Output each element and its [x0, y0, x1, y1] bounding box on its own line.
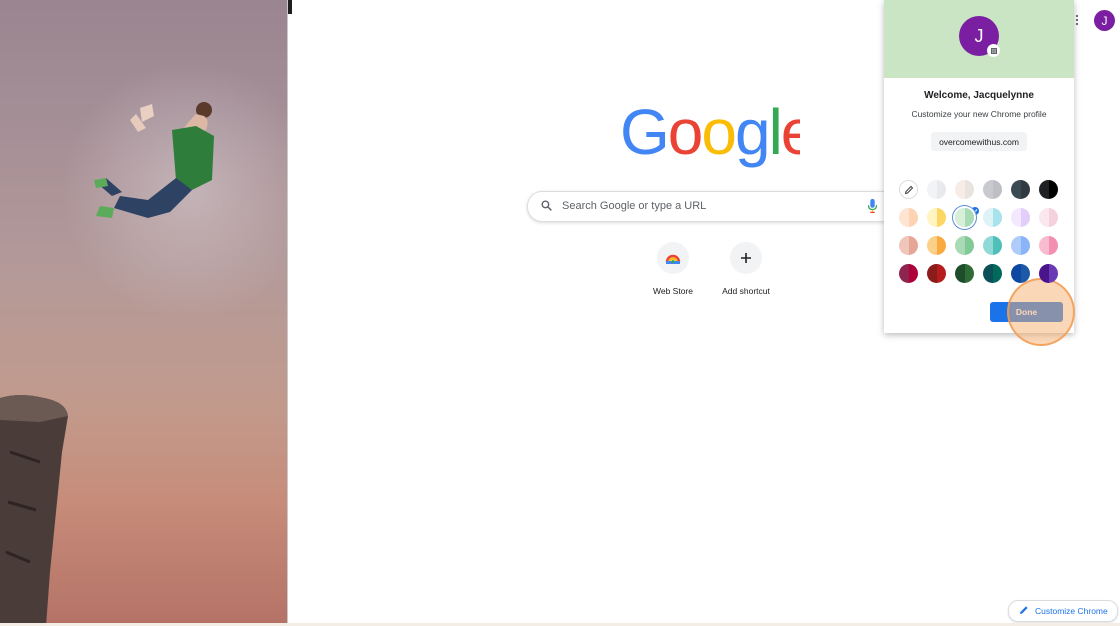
add-shortcut-button[interactable]: Add shortcut	[710, 242, 782, 296]
custom-color-picker-button[interactable]	[899, 180, 918, 199]
managed-profile-badge-icon	[987, 44, 1000, 57]
logo-letter: g	[735, 102, 769, 168]
logo-letter: l	[769, 102, 781, 168]
profile-domain-chip: overcomewithus.com	[931, 132, 1027, 151]
logo-letter: o	[701, 102, 735, 168]
color-swatch[interactable]	[983, 236, 1002, 255]
color-swatch[interactable]	[955, 180, 974, 199]
shortcut-label: Add shortcut	[722, 286, 770, 296]
shortcut-label: Web Store	[652, 286, 693, 296]
color-swatch[interactable]	[927, 236, 946, 255]
color-swatch[interactable]	[899, 236, 918, 255]
background-wallpaper	[0, 0, 287, 626]
color-swatch[interactable]	[1039, 180, 1058, 199]
logo-letter: e	[781, 102, 800, 168]
search-icon	[541, 200, 552, 211]
svg-text:Google: Google	[620, 102, 800, 168]
microphone-icon[interactable]	[867, 198, 878, 214]
color-swatch[interactable]	[927, 180, 946, 199]
color-swatch[interactable]	[955, 264, 974, 283]
logo-letter: o	[668, 102, 702, 168]
web-store-icon	[665, 254, 681, 264]
color-swatch[interactable]	[983, 208, 1002, 227]
logo-letter: G	[620, 102, 668, 168]
cliff-rock-image	[0, 395, 68, 626]
pencil-icon	[904, 185, 913, 194]
color-swatch[interactable]	[1011, 236, 1030, 255]
pencil-icon	[1020, 606, 1028, 614]
color-swatch[interactable]	[1039, 264, 1058, 283]
jumping-person-image	[94, 102, 214, 218]
color-swatch[interactable]	[927, 208, 946, 227]
search-box[interactable]: Search Google or type a URL	[527, 191, 901, 222]
panel-subtitle: Customize your new Chrome profile	[911, 109, 1047, 119]
customize-chrome-label: Customize Chrome	[1035, 606, 1108, 616]
color-swatch[interactable]	[1011, 180, 1030, 199]
panel-header: J	[884, 0, 1074, 78]
color-swatch[interactable]	[1011, 264, 1030, 283]
profile-avatar-button[interactable]: J	[1094, 10, 1115, 31]
google-logo: Google	[620, 102, 800, 168]
color-swatch[interactable]	[927, 264, 946, 283]
window-divider-handle	[288, 0, 292, 14]
color-swatch[interactable]	[899, 208, 918, 227]
search-input[interactable]: Search Google or type a URL	[562, 200, 706, 212]
color-swatch[interactable]	[1039, 208, 1058, 227]
welcome-heading: Welcome, Jacquelynne	[924, 90, 1034, 101]
click-highlight-indicator	[1007, 278, 1075, 346]
shortcut-web-store[interactable]: Web Store	[637, 242, 709, 296]
color-swatch[interactable]	[1011, 208, 1030, 227]
color-swatch[interactable]	[899, 264, 918, 283]
color-swatch[interactable]	[955, 208, 974, 227]
color-swatch[interactable]	[955, 236, 974, 255]
color-swatch[interactable]	[1039, 236, 1058, 255]
color-swatch[interactable]	[983, 180, 1002, 199]
customize-chrome-button[interactable]: Customize Chrome	[1008, 600, 1118, 622]
plus-icon	[741, 253, 751, 263]
color-swatch[interactable]	[983, 264, 1002, 283]
